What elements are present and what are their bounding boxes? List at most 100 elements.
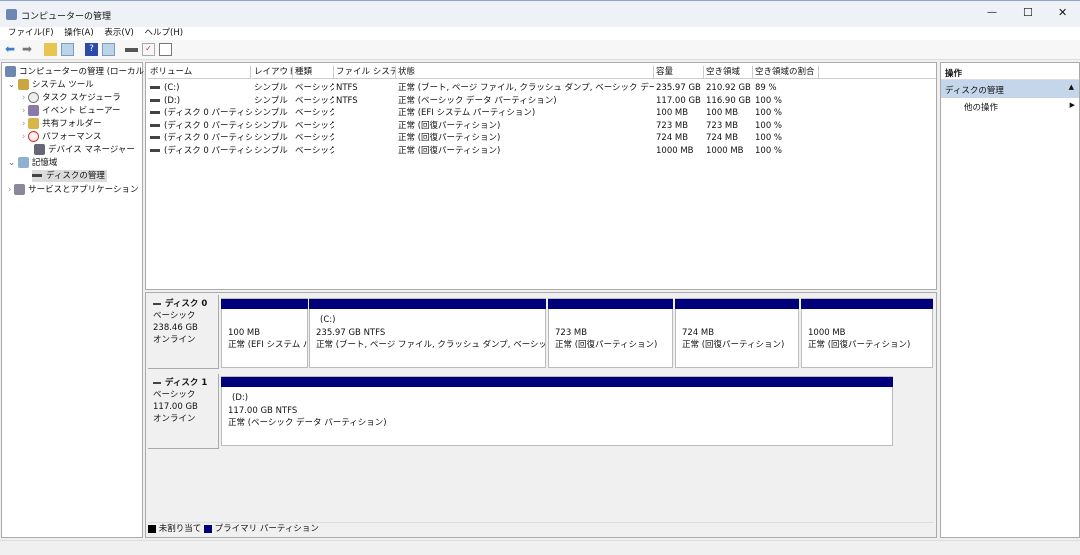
table-cell: シンプル (254, 107, 293, 120)
partition-bar (801, 299, 933, 309)
forward-icon[interactable]: ➡ (22, 43, 35, 56)
check-icon[interactable]: ✓ (142, 43, 155, 56)
volume-cell[interactable]: (ディスク 0 パーティション 5) (150, 132, 252, 145)
actions-section-disk-management[interactable]: ディスクの管理 ▲ (941, 80, 1079, 98)
volume-icon (150, 98, 160, 102)
menu-view[interactable]: 表示(V) (104, 27, 133, 40)
column-header-free-space[interactable]: 空き領域 (704, 66, 753, 79)
legend-label-primary: プライマリ パーティション (214, 524, 319, 534)
tree-item-services-apps[interactable]: › サービスとアプリケーション (8, 184, 138, 196)
column-header-percent-free[interactable]: 空き領域の割合 (753, 66, 819, 79)
partition-status: 正常 (ベーシック データ パーティション) (228, 418, 387, 428)
partition-status: 正常 (EFI システム パー (228, 340, 307, 350)
cell-text: 正常 (ブート, ページ ファイル, クラッシュ ダンプ, ベーシック データ … (398, 83, 654, 93)
column-header-volume[interactable]: ボリューム (148, 66, 251, 79)
partition-letter: (D:) (232, 393, 249, 403)
partition-block[interactable]: (D:) 117.00 GB NTFS 正常 (ベーシック データ パーティション) (221, 376, 893, 446)
table-cell: NTFS (336, 82, 396, 95)
up-folder-icon[interactable] (44, 43, 57, 56)
disk-type: ベーシック (153, 390, 196, 400)
device-manager-icon (34, 144, 45, 155)
table-cell: 100 MB (656, 107, 704, 120)
column-header-status[interactable]: 状態 (396, 66, 654, 79)
tree-item-device-manager[interactable]: デバイス マネージャー (34, 144, 135, 156)
partition-block[interactable]: 1000 MB 正常 (回復パーティション) (801, 298, 933, 368)
partition-status: 正常 (回復パーティション) (682, 340, 785, 350)
performance-icon (28, 131, 40, 142)
partition-text: 1000 MB 正常 (回復パーティション) (802, 309, 932, 357)
properties-icon[interactable] (102, 43, 115, 56)
back-icon[interactable]: ⬅ (5, 43, 18, 56)
storage-icon (17, 157, 29, 168)
cell-text: ベーシック (295, 120, 334, 131)
tree-item-disk-management[interactable]: ディスクの管理 (32, 170, 107, 182)
partition-size: 724 MB (682, 327, 715, 338)
table-cell: 89 % (755, 82, 819, 95)
table-cell: 235.97 GB (656, 82, 704, 95)
close-button[interactable]: ✕ (1058, 6, 1067, 19)
partition-status: 正常 (回復パーティション) (808, 340, 911, 350)
disk-icon[interactable] (125, 48, 138, 52)
table-cell: 724 MB (706, 132, 753, 145)
tree-item-system-tools[interactable]: ⌄ システム ツール (8, 79, 94, 91)
tree-label: システム ツール (31, 80, 94, 90)
table-cell: 100 MB (706, 107, 753, 120)
partition-block[interactable]: (C:) 235.97 GB NTFS 正常 (ブート, ページ ファイル, クラッ… (309, 298, 546, 368)
column-header-type[interactable]: 種類 (293, 66, 334, 79)
partition-block[interactable]: 724 MB 正常 (回復パーティション) (675, 298, 799, 368)
tree-item-storage[interactable]: ⌄ 記憶域 (8, 157, 57, 169)
help-icon[interactable]: ? (85, 43, 98, 56)
volume-cell[interactable]: (ディスク 0 パーティション 1) (150, 107, 252, 120)
table-cell: 1000 MB (706, 145, 753, 158)
maximize-button[interactable]: ☐ (1023, 6, 1033, 19)
cell-text: (ディスク 0 パーティション 4) (164, 120, 252, 131)
actions-more[interactable]: 他の操作 ▶ (941, 98, 1079, 114)
tree-item-shared-folders[interactable]: › 共有フォルダー (22, 118, 102, 130)
menu-file[interactable]: ファイル(F) (8, 27, 54, 40)
disk-0-label[interactable]: ディスク 0 ベーシック 238.46 GB オンライン (148, 295, 219, 369)
cell-text: 1000 MB (706, 145, 744, 156)
status-bar (0, 540, 1080, 555)
cell-text: 100 MB (656, 108, 689, 118)
table-cell: シンプル (254, 145, 293, 158)
event-viewer-icon (28, 105, 40, 116)
disk-size: 117.00 GB (153, 402, 198, 412)
minimize-button[interactable]: — (987, 7, 997, 18)
menu-help[interactable]: ヘルプ(H) (145, 27, 184, 40)
tree-item-event-viewer[interactable]: › イベント ビューアー (22, 105, 120, 117)
cell-text: シンプル (254, 145, 288, 156)
cell-text: 116.90 GB (706, 95, 751, 106)
tree-item-task-scheduler[interactable]: › タスク スケジューラ (22, 92, 121, 104)
more-actions-label: 他の操作 (964, 103, 999, 113)
disk-1-label[interactable]: ディスク 1 ベーシック 117.00 GB オンライン (148, 374, 219, 449)
partition-block[interactable]: 100 MB 正常 (EFI システム パー (221, 298, 308, 368)
tree-label: 記憶域 (31, 158, 58, 168)
volume-cell[interactable]: (ディスク 0 パーティション 6) (150, 145, 252, 158)
cell-text: ベーシック (295, 108, 334, 118)
partition-text: (C:) 235.97 GB NTFS 正常 (ブート, ページ ファイル, クラッ… (310, 309, 545, 357)
tree-root[interactable]: コンピューターの管理 (ローカル) (5, 66, 147, 78)
volume-cell[interactable]: (ディスク 0 パーティション 4) (150, 120, 252, 133)
volume-cell[interactable]: (C:) (150, 82, 252, 95)
cell-text: (ディスク 0 パーティション 6) (164, 145, 252, 156)
show-hide-tree-icon[interactable] (61, 43, 74, 56)
column-header-layout[interactable]: レイアウト (252, 66, 293, 79)
cell-text: ベーシック (295, 133, 334, 143)
table-cell: 正常 (ベーシック データ パーティション) (398, 95, 654, 108)
volume-cell[interactable]: (D:) (150, 95, 252, 108)
list-icon[interactable] (159, 43, 172, 56)
column-header-capacity[interactable]: 容量 (654, 66, 704, 79)
partition-bar (675, 299, 799, 309)
legend-swatch-unallocated (148, 524, 156, 533)
window-title: コンピューターの管理 (21, 12, 112, 22)
cell-text: 正常 (回復パーティション) (398, 120, 501, 131)
tree-label: デバイス マネージャー (48, 145, 135, 155)
partition-block[interactable]: 723 MB 正常 (回復パーティション) (548, 298, 673, 368)
partition-letter (555, 314, 666, 327)
menu-action[interactable]: 操作(A) (64, 27, 93, 40)
services-icon (14, 184, 26, 195)
tree-item-performance[interactable]: › パフォーマンス (22, 131, 101, 143)
table-cell: ベーシック (295, 82, 334, 95)
tree-label: ディスクの管理 (46, 171, 105, 181)
column-header-filesystem[interactable]: ファイル システム (334, 66, 396, 79)
